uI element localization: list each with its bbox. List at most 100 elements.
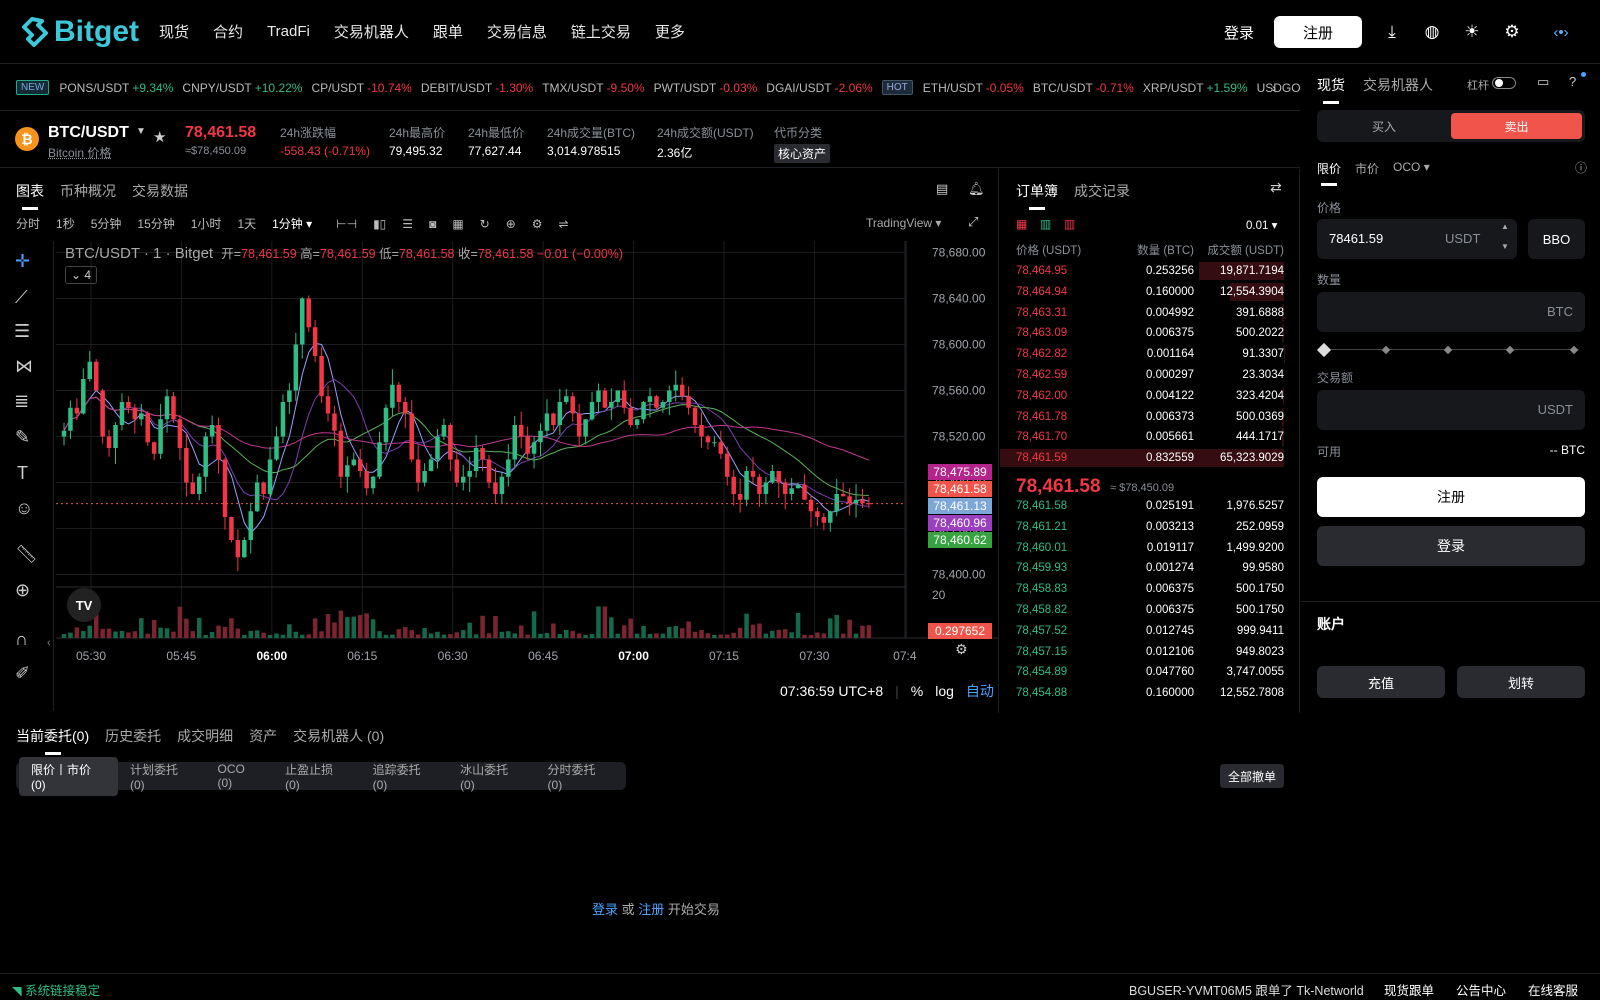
tab-chart[interactable]: 图表 [16, 181, 44, 210]
log-toggle[interactable]: log [935, 683, 954, 699]
buy-button[interactable]: 买入 [1320, 113, 1448, 139]
ordertype-oco[interactable]: OCO ▾ [1393, 160, 1430, 174]
sell-button[interactable]: 卖出 [1451, 113, 1582, 139]
tab-trade-bots[interactable]: 交易机器人 [1363, 75, 1433, 104]
trend-line-icon[interactable]: ⟋ [15, 287, 28, 308]
interval-1s[interactable]: 1秒 [56, 215, 75, 232]
nav-spot[interactable]: 现货 [159, 21, 189, 42]
nav-futures[interactable]: 合约 [213, 21, 243, 42]
tab-bot-orders[interactable]: 交易机器人 (0) [293, 726, 384, 755]
bid-row[interactable]: 78,457.52 0.012745 999.9411 [1000, 621, 1300, 641]
ask-row[interactable]: 78,464.95 0.253256 19,871.7194 [1000, 261, 1300, 281]
bid-row[interactable]: 78,457.15 0.012106 949.8023 [1000, 642, 1300, 662]
ticker-item[interactable]: CP/USDT -10.74% [311, 81, 411, 95]
link-spot-copy[interactable]: 现货跟单 [1384, 980, 1434, 999]
ticker-item[interactable]: DEBIT/USDT -1.30% [421, 81, 533, 95]
amount-input[interactable]: USDT [1317, 390, 1585, 430]
ticker-item[interactable]: TMX/USDT -9.50% [542, 81, 644, 95]
ask-row[interactable]: 78,464.94 0.160000 12,554.3904 [1000, 282, 1300, 302]
bell-icon[interactable]: 🔔︎ [968, 181, 985, 197]
lock-drawings-icon[interactable]: ✐ [15, 663, 30, 684]
ticker-item[interactable]: ETH/USDT -0.05% [923, 81, 1024, 95]
fib-icon[interactable]: ≣ [14, 391, 29, 412]
candles-icon[interactable]: ▮▯ [373, 217, 386, 231]
bbo-button[interactable]: BBO [1528, 219, 1585, 259]
precision-select[interactable]: 0.01 ▾ [1246, 218, 1277, 232]
interval-timeline[interactable]: 分时 [16, 215, 40, 232]
interval-1h[interactable]: 1小时 [191, 215, 222, 232]
ask-row[interactable]: 78,463.09 0.006375 500.2022 [1000, 323, 1300, 343]
empty-login-link[interactable]: 登录 [592, 902, 618, 917]
indicators-icon[interactable]: ☰ [402, 217, 413, 231]
ordertype-limit[interactable]: 限价 [1317, 160, 1341, 186]
replay-icon[interactable]: ↻ [480, 217, 490, 231]
nav-onchain[interactable]: 链上交易 [571, 21, 631, 42]
tab-order-history[interactable]: 历史委托 [105, 726, 161, 755]
tab-assets[interactable]: 资产 [249, 726, 277, 755]
view-bids-icon[interactable]: ▥ [1040, 217, 1051, 231]
ticket-icon[interactable]: ▭ [1537, 74, 1549, 90]
measure-icon[interactable]: ⊢⊣ [336, 217, 357, 231]
bid-row[interactable]: 78,461.58 0.025191 1,976.5257 [1000, 496, 1300, 516]
assistant-icon[interactable]: ‹•› [1542, 22, 1580, 42]
ruler-icon[interactable]: 📏︎ [15, 544, 38, 565]
subtab-twap[interactable]: 分时委托 (0) [536, 757, 623, 796]
add-icon[interactable]: ⊕ [506, 217, 516, 231]
symbol-subtitle[interactable]: Bitcoin 价格 [48, 144, 111, 161]
theme-sun-icon[interactable]: ☀ [1462, 22, 1482, 42]
panel-login-button[interactable]: 登录 [1317, 526, 1585, 566]
swap-icon[interactable]: ⇄ [1270, 179, 1282, 196]
text-tool-icon[interactable]: T [17, 463, 28, 484]
leverage-toggle[interactable] [1492, 77, 1516, 89]
interval-15m[interactable]: 15分钟 [137, 215, 174, 232]
nav-tradfi[interactable]: TradFi [267, 23, 310, 40]
download-icon[interactable]: ⤓ [1382, 22, 1402, 42]
price-chart[interactable]: 78,680.00 78,640.00 78,600.00 78,560.00 78,5… [56, 241, 999, 703]
auto-toggle[interactable]: 自动 [966, 681, 994, 701]
ordertype-market[interactable]: 市价 [1355, 160, 1379, 177]
quantity-slider[interactable] [1316, 342, 1579, 358]
register-button[interactable]: 注册 [1274, 16, 1362, 48]
bid-row[interactable]: 78,458.82 0.006375 500.1750 [1000, 600, 1300, 620]
subtab-iceberg[interactable]: 冰山委托 (0) [448, 757, 535, 796]
horizontal-lines-icon[interactable]: ☰ [14, 321, 30, 342]
ticker-item[interactable]: PWT/USDT -0.03% [654, 81, 758, 95]
ask-row[interactable]: 78,462.82 0.001164 91.3307 [1000, 344, 1300, 364]
subtab-oco[interactable]: OCO (0) [206, 758, 274, 794]
ticker-item[interactable]: XRP/USDT +1.59% [1143, 81, 1248, 95]
info-icon[interactable]: ⓘ [1575, 159, 1587, 176]
pattern-icon[interactable]: ⋈ [15, 356, 33, 377]
crosshair-icon[interactable]: ✛ [15, 251, 30, 272]
brush-icon[interactable]: ✎ [15, 427, 30, 448]
interval-1d[interactable]: 1天 [237, 215, 256, 232]
magnet-icon[interactable]: ∩ [15, 629, 28, 650]
symbol-dropdown-icon[interactable]: ▼ [136, 126, 146, 137]
subtab-tpsl[interactable]: 止盈止损 (0) [273, 757, 360, 796]
ask-row[interactable]: 78,461.78 0.006373 500.0369 [1000, 407, 1300, 427]
quantity-input[interactable]: BTC [1317, 292, 1585, 332]
bid-row[interactable]: 78,454.89 0.047760 3,747.0055 [1000, 662, 1300, 682]
notebook-icon[interactable]: ▤ [936, 181, 948, 197]
interval-5m[interactable]: 5分钟 [91, 215, 122, 232]
cancel-all-button[interactable]: 全部撤单 [1220, 764, 1285, 788]
subtab-trailing[interactable]: 追踪委托 (0) [361, 757, 448, 796]
ticker-item[interactable]: PONS/USDT +9.34% [59, 81, 173, 95]
camera-icon[interactable]: ◙ [429, 217, 436, 231]
ask-row[interactable]: 78,462.59 0.000297 23.3034 [1000, 365, 1300, 385]
ask-row[interactable]: 78,462.00 0.004122 323.4204 [1000, 386, 1300, 406]
fullscreen-icon[interactable]: ⤢ [968, 214, 978, 230]
view-asks-icon[interactable]: ▥ [1064, 217, 1075, 231]
ticker-item[interactable]: DGAI/USDT -2.06% [766, 81, 872, 95]
calendar-icon[interactable]: ▦ [452, 217, 463, 231]
ask-row[interactable]: 78,463.31 0.004992 391.6888 [1000, 303, 1300, 323]
stepper-up-icon[interactable]: ▲ [1501, 222, 1509, 231]
transfer-button[interactable]: 划转 [1457, 666, 1585, 698]
tab-trading-data[interactable]: 交易数据 [132, 181, 188, 210]
nav-copy[interactable]: 跟单 [433, 21, 463, 42]
ticker-item[interactable]: CNPY/USDT +10.22% [182, 81, 302, 95]
nav-more[interactable]: 更多 [655, 21, 685, 42]
indicator-toggle[interactable]: ⌄ 4 [65, 266, 98, 284]
settings-gear-icon[interactable]: ⚙ [1502, 22, 1522, 42]
link-support[interactable]: 在线客服 [1528, 980, 1578, 999]
globe-icon[interactable]: ◍ [1422, 22, 1442, 42]
